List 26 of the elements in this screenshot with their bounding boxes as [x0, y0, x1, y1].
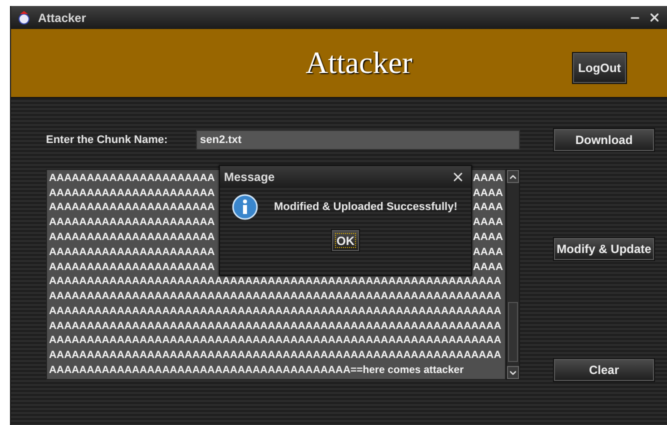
text-line: AAAAAAAAAAAAAAAAAAAAAAAAAAAAAAAAAAAAAAAAAAAAAAAAAAAAAAAAAAAA [49, 320, 502, 332]
text-line: AAAAAAAAAAAAAAAAAAAAAA [49, 172, 215, 184]
text-line: AAAAAAAAAAAAAAAAAAAAAAAAAAAAAAAAAAAAAAAAAAAAAAAAAAAAAAAAAAAA [49, 350, 502, 362]
text-line: AAAA [472, 202, 503, 214]
text-line: AAAAAAAAAAAAAAAAAAAAAA [49, 232, 215, 244]
text-line: AAAAAAAAAAAAAAAAAAAAAA [49, 246, 215, 258]
text-line: AAAA [472, 246, 503, 258]
text-line: AAAA [472, 172, 503, 184]
text-line: AAAAAAAAAAAAAAAAAAAAAAAAAAAAAAAAAAAAAAAAAAAAAAAAAAAAAAAAAAAA [49, 291, 502, 302]
text-line: AAAAAAAAAAAAAAAAAAAAAAAAAAAAAAAAAAAAAAAAAAAAAAAAAAAAAAAAAAAA [49, 306, 502, 317]
dialog-message: Modified & Uploaded Successfully! [274, 201, 458, 213]
text-line: AAAA [472, 232, 503, 244]
window-title: Attacker [38, 10, 88, 24]
text-line: AAAAAAAAAAAAAAAAAAAAAAAAAAAAAAAAAAAAAAAA==here comes attacker [49, 365, 464, 376]
text-line: AAAAAAAAAAAAAAAAAAAAAAAAAAAAAAAAAAAAAAAAAAAAAAAAAAAAAAAAAAAA [49, 335, 502, 346]
chunk-name-label: Enter the Chunk Name: [46, 134, 169, 146]
text-line: AAAA [472, 262, 503, 273]
text-line: AAAAAAAAAAAAAAAAAAAAAA [49, 217, 215, 228]
banner-title: Attacker [306, 45, 412, 81]
text-line: AAAAAAAAAAAAAAAAAAAAAA [49, 188, 215, 199]
text-line: AAAAAAAAAAAAAAAAAAAAAA [49, 262, 215, 273]
text-line: AAAA [472, 217, 503, 228]
dialog-title: Message [224, 170, 275, 184]
text-line: AAAA [472, 188, 503, 199]
text-line: AAAAAAAAAAAAAAAAAAAAAAAAAAAAAAAAAAAAAAAAAAAAAAAAAAAAAAAAAAAA [49, 276, 502, 288]
text-line: AAAAAAAAAAAAAAAAAAAAAA [49, 202, 215, 214]
